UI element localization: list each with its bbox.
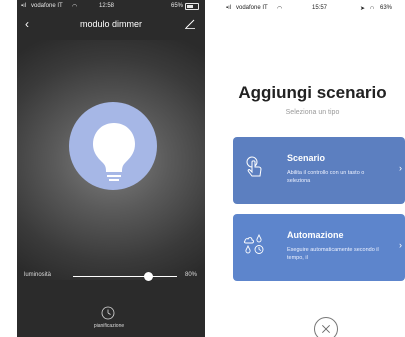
- location-icon: ➤: [360, 6, 366, 12]
- battery-icon: [185, 3, 199, 10]
- edit-icon[interactable]: [185, 19, 195, 29]
- card-title: Scenario: [287, 153, 326, 163]
- headphones-icon: ∩: [370, 5, 375, 11]
- status-time: 12:58: [99, 3, 115, 9]
- brightness-slider-knob[interactable]: [144, 272, 153, 281]
- page-title: Aggiungi scenario: [238, 83, 387, 102]
- schedule-label[interactable]: pianificazione: [77, 323, 141, 329]
- nav-bar: ‹ modulo dimmer: [17, 14, 205, 34]
- carrier-label: vodafone IT: [236, 5, 268, 11]
- dimmer-screen: ▪ıl vodafone IT ◠ 12:58 65% ‹ modulo dim…: [17, 0, 205, 337]
- close-icon[interactable]: [314, 317, 338, 337]
- light-bulb-icon: [93, 123, 135, 181]
- chevron-right-icon: ›: [399, 163, 402, 173]
- status-time: 15:57: [312, 5, 328, 11]
- status-bar: ▪ıl vodafone IT ◠ 12:58 65%: [17, 0, 205, 12]
- battery-label: 63%: [380, 5, 393, 11]
- status-bar: ▪ıl vodafone IT ◠ 15:57 ➤ ∩ 63%: [220, 0, 405, 14]
- chevron-right-icon: ›: [399, 240, 402, 250]
- battery-label: 65%: [171, 3, 184, 9]
- card-title: Automazione: [287, 230, 344, 240]
- page-subtitle: Seleziona un tipo: [285, 109, 340, 116]
- automation-card[interactable]: Automazione Eseguire automaticamente sec…: [233, 214, 405, 281]
- page-title: modulo dimmer: [79, 19, 143, 29]
- signal-icon: ▪ıl: [226, 5, 232, 11]
- wifi-icon: ◠: [277, 6, 283, 12]
- clock-icon[interactable]: [101, 306, 115, 320]
- weather-automation-icon: [243, 233, 264, 254]
- tap-hand-icon: [246, 156, 262, 177]
- brightness-label: luminosità: [24, 272, 52, 278]
- scenario-card[interactable]: Scenario Abilita il controllo con un tas…: [233, 137, 405, 204]
- brightness-value: 80%: [185, 272, 198, 278]
- brightness-slider-track[interactable]: [73, 276, 177, 277]
- add-scenario-screen: ▪ıl vodafone IT ◠ 15:57 ➤ ∩ 63% Aggiungi…: [220, 0, 405, 337]
- wifi-icon: ◠: [72, 4, 78, 10]
- carrier-label: vodafone IT: [31, 3, 63, 9]
- signal-icon: ▪ıl: [21, 3, 27, 9]
- card-description: Abilita il controllo con un tasto o sele…: [287, 170, 365, 184]
- card-description: Eseguire automaticamente secondo il temp…: [287, 247, 379, 261]
